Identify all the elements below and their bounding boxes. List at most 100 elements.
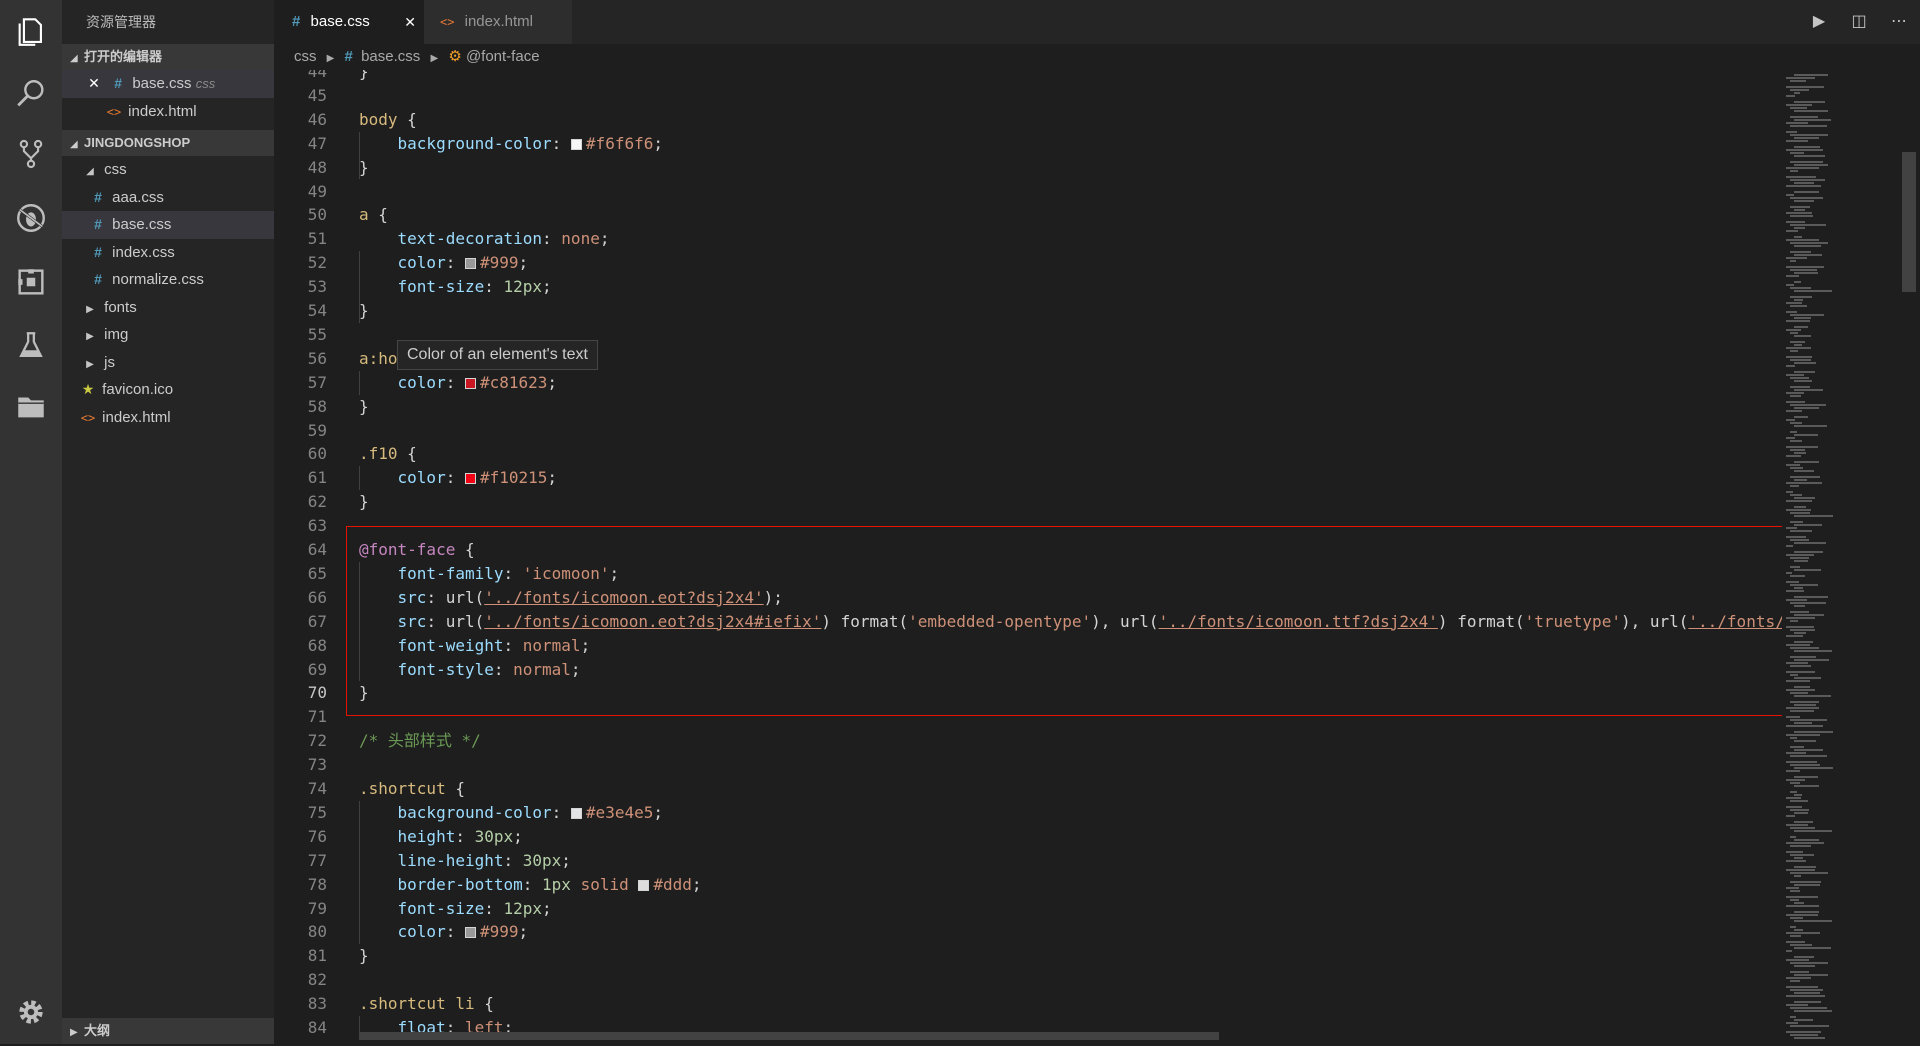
code-line[interactable]: 69 font-style: normal; xyxy=(274,658,1774,682)
line-number: 81 xyxy=(307,946,327,966)
code-line[interactable]: 65 font-family: 'icomoon'; xyxy=(274,562,1774,586)
open-editors-section[interactable]: ◢ 打开的编辑器 xyxy=(62,44,274,70)
code-line[interactable]: 81} xyxy=(274,944,1774,968)
tab-index-html[interactable]: <> index.html xyxy=(424,0,572,44)
code-line[interactable]: 48} xyxy=(274,156,1774,180)
vertical-scrollbar[interactable] xyxy=(1902,70,1920,1044)
code-line[interactable]: 71 xyxy=(274,705,1774,729)
code-line[interactable]: 72 /* 头部样式 */ xyxy=(274,729,1774,753)
code-token: font-size xyxy=(359,898,485,918)
open-editor-base-css[interactable]: ✕ # base.css css xyxy=(62,70,274,98)
code-line[interactable]: 75 background-color: #e3e4e5; xyxy=(274,801,1774,825)
code-editor[interactable]: 44} 45 46 body {47 background-color: #f6f6f… xyxy=(274,70,1920,1044)
scroll-thumb[interactable] xyxy=(1902,152,1916,292)
tree-folder-js[interactable]: ▶ js xyxy=(62,349,274,377)
code-line[interactable]: 70} xyxy=(274,681,1774,705)
tree-folder-img[interactable]: ▶ img xyxy=(62,321,274,349)
tree-folder-fonts[interactable]: ▶ fonts xyxy=(62,294,274,322)
minimap-line xyxy=(1786,275,1799,277)
breadcrumb-folder[interactable]: css xyxy=(294,48,317,65)
close-icon[interactable]: ✕ xyxy=(404,0,416,44)
code-line[interactable]: 63 xyxy=(274,514,1774,538)
settings-gear-icon[interactable] xyxy=(11,992,51,1032)
color-swatch[interactable] xyxy=(464,473,476,485)
extensions-icon[interactable] xyxy=(11,262,51,302)
code-token: ; xyxy=(580,635,591,655)
code-line[interactable]: 61 color: #f10215; xyxy=(274,466,1774,490)
folder-icon[interactable] xyxy=(11,386,51,426)
code-token: color xyxy=(359,468,446,488)
split-editor-icon[interactable]: ◫ xyxy=(1846,10,1872,34)
code-line[interactable]: 62} xyxy=(274,490,1774,514)
tree-folder-css[interactable]: ◢ css xyxy=(62,156,274,184)
tree-file-aaa-css[interactable]: # aaa.css xyxy=(62,184,274,212)
code-token: src xyxy=(359,611,427,631)
color-swatch[interactable] xyxy=(638,879,650,891)
tree-file-normalize-css[interactable]: # normalize.css xyxy=(62,266,274,294)
more-actions-icon[interactable]: ⋯ xyxy=(1886,10,1912,34)
code-line[interactable]: 83 .shortcut li { xyxy=(274,992,1774,1016)
color-swatch[interactable] xyxy=(464,377,476,389)
source-control-icon[interactable] xyxy=(11,134,51,174)
code-line[interactable]: 82 xyxy=(274,968,1774,992)
code-token: : xyxy=(503,635,523,655)
tree-file-favicon[interactable]: ★ favicon.ico xyxy=(62,376,274,404)
code-line[interactable]: 73 xyxy=(274,753,1774,777)
indent-guide xyxy=(359,466,360,491)
color-swatch[interactable] xyxy=(464,258,476,270)
color-swatch[interactable] xyxy=(570,138,582,150)
test-icon[interactable] xyxy=(11,326,51,366)
files-icon[interactable] xyxy=(11,12,51,52)
code-line[interactable]: 77 line-height: 30px; xyxy=(274,849,1774,873)
tree-file-base-css[interactable]: # base.css xyxy=(62,211,274,239)
breadcrumb-symbol[interactable]: @font-face xyxy=(466,48,540,65)
code-line[interactable]: 76 height: 30px; xyxy=(274,825,1774,849)
code-line[interactable]: 60 .f10 { xyxy=(274,442,1774,466)
tree-file-index-css[interactable]: # index.css xyxy=(62,239,274,267)
code-line[interactable]: 66 src: url('../fonts/icomoon.eot?dsj2x4… xyxy=(274,586,1774,610)
code-line[interactable]: 59 xyxy=(274,419,1774,443)
code-line[interactable]: 46 body { xyxy=(274,108,1774,132)
outline-section[interactable]: ▶ 大纲 xyxy=(62,1018,274,1044)
code-line[interactable]: 68 font-weight: normal; xyxy=(274,634,1774,658)
minimap-line xyxy=(1786,860,1806,862)
code-line[interactable]: 44} xyxy=(274,70,1774,84)
code-line[interactable]: 45 xyxy=(274,84,1774,108)
search-icon[interactable] xyxy=(11,74,51,114)
line-text: height: 30px; xyxy=(359,825,523,849)
color-swatch[interactable] xyxy=(570,807,582,819)
minimap-line xyxy=(1790,521,1803,523)
breadcrumb-file[interactable]: base.css xyxy=(361,48,420,65)
open-editor-index-html[interactable]: <> index.html xyxy=(62,98,274,126)
debug-icon[interactable] xyxy=(11,198,51,238)
code-line[interactable]: 53 font-size: 12px; xyxy=(274,275,1774,299)
code-line[interactable]: 80 color: #999; xyxy=(274,920,1774,944)
code-line[interactable]: 58} xyxy=(274,395,1774,419)
minimap-line xyxy=(1786,914,1818,916)
minimap-line xyxy=(1786,140,1808,142)
code-line[interactable]: 54} xyxy=(274,299,1774,323)
code-line[interactable]: 74 .shortcut { xyxy=(274,777,1774,801)
minimap-line xyxy=(1794,740,1816,742)
code-line[interactable]: 52 color: #999; xyxy=(274,251,1774,275)
minimap[interactable] xyxy=(1782,70,1902,1044)
minimap-line xyxy=(1790,116,1818,118)
code-line[interactable]: 51 text-decoration: none; xyxy=(274,227,1774,251)
code-line[interactable]: 67 src: url('../fonts/icomoon.eot?dsj2x4… xyxy=(274,610,1785,634)
code-token: : xyxy=(484,898,504,918)
color-swatch[interactable] xyxy=(464,927,476,939)
tab-base-css[interactable]: # base.css ✕ xyxy=(274,0,424,44)
code-line[interactable]: 57 color: #c81623; xyxy=(274,371,1774,395)
code-line[interactable]: 49 xyxy=(274,180,1774,204)
minimap-line xyxy=(1794,614,1824,616)
run-icon[interactable]: ▶ xyxy=(1806,10,1832,34)
code-line[interactable]: 47 background-color: #f6f6f6; xyxy=(274,132,1774,156)
tree-file-index-html[interactable]: <> index.html xyxy=(62,404,274,432)
horizontal-scrollbar[interactable] xyxy=(359,1032,1219,1040)
close-icon[interactable]: ✕ xyxy=(84,70,104,98)
code-line[interactable]: 64 @font-face { xyxy=(274,538,1774,562)
code-line[interactable]: 50 a { xyxy=(274,203,1774,227)
project-section[interactable]: ◢ JINGDONGSHOP xyxy=(62,130,274,156)
code-line[interactable]: 79 font-size: 12px; xyxy=(274,897,1774,921)
code-line[interactable]: 78 border-bottom: 1px solid #ddd; xyxy=(274,873,1774,897)
